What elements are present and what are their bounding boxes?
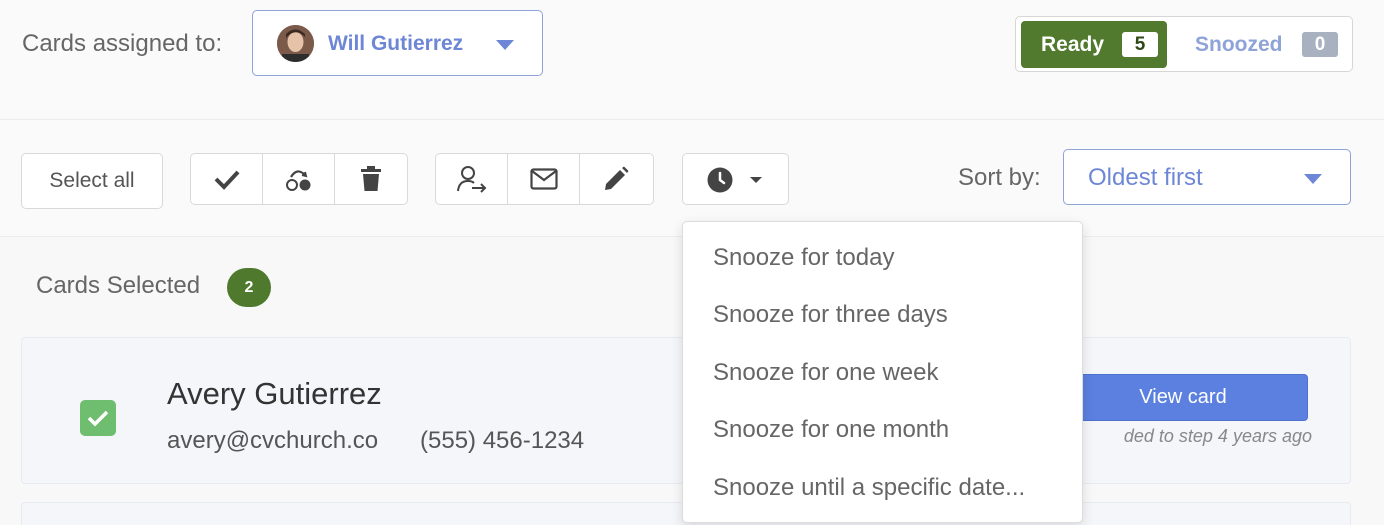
snooze-today-item[interactable]: Snooze for today (713, 244, 894, 272)
assigned-label: Cards assigned to: (22, 30, 223, 57)
check-icon (214, 170, 239, 190)
ready-tab[interactable]: Ready 5 (1021, 21, 1167, 68)
snooze-menu: Snooze for today Snooze for three days S… (682, 221, 1083, 523)
assigned-user-name: Will Gutierrez (328, 32, 464, 55)
avatar (277, 25, 314, 62)
pencil-icon (605, 166, 629, 190)
check-icon (87, 410, 109, 427)
snoozed-tab[interactable]: Snoozed (1195, 33, 1283, 57)
snooze-three-days-item[interactable]: Snooze for three days (713, 301, 948, 329)
card-email: avery@cvchurch.co (167, 427, 379, 454)
sort-select[interactable]: Oldest first (1063, 149, 1351, 205)
complete-button[interactable] (191, 154, 263, 204)
view-card-button[interactable]: View card (1058, 374, 1308, 421)
chevron-down-icon (1304, 174, 1322, 184)
toolbar: Select all Sort by: Oldest first (0, 120, 1384, 237)
card-name: Avery Gutierrez (167, 376, 382, 411)
snooze-one-month-item[interactable]: Snooze for one month (713, 416, 949, 444)
assign-step-icon (285, 170, 310, 191)
delete-button[interactable] (335, 154, 407, 204)
trash-icon (361, 166, 381, 191)
select-all-button[interactable]: Select all (21, 153, 163, 209)
assigned-user-select[interactable]: Will Gutierrez (252, 10, 543, 76)
snoozed-count-badge: 0 (1302, 32, 1338, 57)
caret-down-icon (750, 177, 762, 183)
sort-value: Oldest first (1088, 164, 1203, 191)
email-button[interactable] (508, 154, 580, 204)
edit-button[interactable] (580, 154, 652, 204)
ready-count-badge: 5 (1122, 32, 1158, 57)
cards-selected-label: Cards Selected (36, 272, 201, 299)
mail-icon (529, 168, 558, 190)
snooze-button[interactable] (682, 153, 789, 205)
cards-selected-count-badge: 2 (227, 268, 271, 307)
snooze-until-date-item[interactable]: Snooze until a specific date... (713, 474, 1025, 502)
snooze-one-week-item[interactable]: Snooze for one week (713, 359, 938, 387)
card-checkbox[interactable] (80, 400, 116, 436)
contact-actions-group (435, 153, 654, 205)
ready-label: Ready (1041, 33, 1105, 56)
card-step-meta: ded to step 4 years ago (1123, 426, 1312, 446)
sort-label: Sort by: (958, 164, 1041, 191)
assign-step-button[interactable] (263, 154, 335, 204)
card-actions-group (190, 153, 408, 205)
chevron-down-icon (496, 40, 514, 50)
transfer-button[interactable] (436, 154, 508, 204)
clock-icon (707, 167, 733, 193)
status-toggle: Ready 5 Snoozed 0 (1015, 16, 1353, 72)
transfer-person-icon (456, 166, 486, 193)
header: Cards assigned to: Will Gutierrez Ready … (0, 0, 1384, 120)
card-phone: (555) 456-1234 (420, 427, 585, 454)
